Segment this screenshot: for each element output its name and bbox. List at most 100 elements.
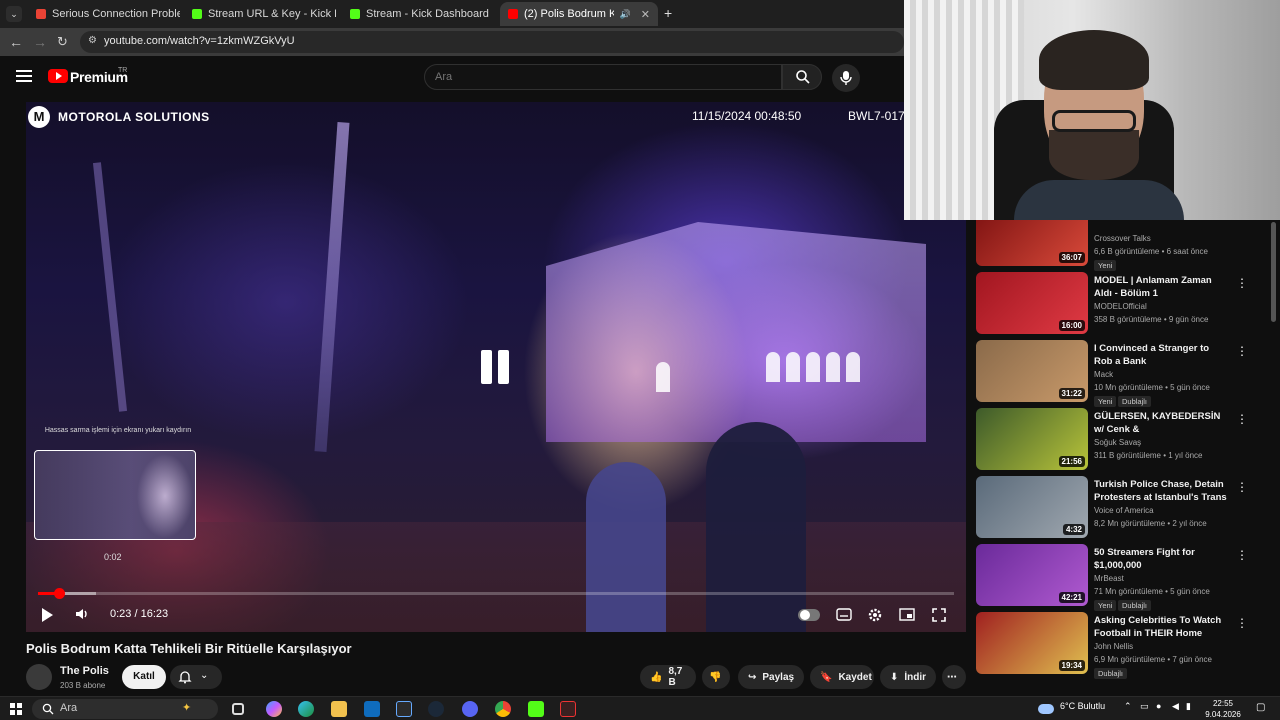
autoplay-toggle[interactable]	[798, 609, 820, 621]
browser-tab[interactable]: Stream URL & Key - Kick Dashb ✕	[184, 2, 336, 26]
discord-icon[interactable]	[462, 701, 478, 717]
save-button[interactable]: 🔖 Kaydet	[810, 665, 874, 689]
recommendation-channel[interactable]: Soğuk Savaş	[1094, 438, 1141, 447]
chrome-icon[interactable]	[495, 701, 511, 717]
channel-name[interactable]: The Polis	[60, 665, 109, 677]
windows-taskbar: Ara ✦ 6°C Bulutlu ⌃ ▭ ● ◀ ▮ 22:55 9.04.2…	[0, 696, 1280, 720]
hamburger-menu-icon[interactable]	[16, 70, 32, 82]
more-vertical-icon[interactable]: ⋮	[1236, 220, 1248, 222]
progress-bar[interactable]	[38, 588, 954, 599]
edge-icon[interactable]	[298, 701, 314, 717]
subtitles-icon[interactable]	[836, 608, 852, 622]
volume-icon[interactable]	[74, 606, 90, 622]
more-actions-button[interactable]: ⋯	[942, 665, 966, 689]
copilot-icon[interactable]	[266, 701, 282, 717]
taskbar-clock[interactable]: 22:55 9.04.2026	[1198, 698, 1248, 720]
task-view-icon[interactable]	[232, 703, 244, 715]
taskbar-search[interactable]: Ara ✦	[32, 699, 218, 719]
store-icon[interactable]	[396, 701, 412, 717]
recommendation-thumbnail[interactable]: 21:56	[976, 408, 1088, 470]
file-explorer-icon[interactable]	[331, 701, 347, 717]
search-input[interactable]	[435, 69, 765, 85]
forward-icon[interactable]: →	[33, 34, 47, 50]
recommendation-thumbnail[interactable]: 36:07	[976, 220, 1088, 266]
recommendation-thumbnail[interactable]: 4:32	[976, 476, 1088, 538]
like-button[interactable]: 👍 8,7 B	[640, 665, 696, 689]
recommendation-item[interactable]: 36:07AMERİKAN DERTLERCrossover Talks6,6 …	[976, 220, 1248, 271]
miniplayer-icon[interactable]	[899, 608, 915, 622]
battery-icon[interactable]: ▮	[1186, 701, 1191, 712]
recommendation-item[interactable]: 16:00 MODEL | Anlamam Zaman Aldı - Bölüm …	[976, 272, 1248, 336]
recommendation-item[interactable]: 4:32 Turkish Police Chase, Detain Protest…	[976, 476, 1248, 540]
recommendation-item[interactable]: 42:21 50 Streamers Fight for $1,000,000 Mr…	[976, 544, 1248, 611]
voice-search-button[interactable]	[832, 64, 860, 92]
settings-gear-icon[interactable]	[867, 607, 883, 623]
more-vertical-icon[interactable]: ⋮	[1236, 276, 1248, 290]
recommendation-item[interactable]: 31:22 I Convinced a Stranger to Rob a Ban…	[976, 340, 1248, 407]
recommendation-channel[interactable]: MrBeast	[1094, 574, 1124, 583]
volume-tray-icon[interactable]: ◀	[1172, 701, 1179, 712]
tray-chevron-icon[interactable]: ⌃	[1124, 701, 1132, 712]
download-button[interactable]: ⬇ İndir	[880, 665, 936, 689]
back-icon[interactable]: ←	[9, 34, 23, 50]
recommendation-title[interactable]: GÜLERSEN, KAYBEDERSİN w/ Cenk & Erdem@CE…	[1094, 410, 1228, 436]
more-vertical-icon[interactable]: ⋮	[1236, 344, 1248, 358]
browser-tab[interactable]: Serious Connection Problems - ✕	[28, 2, 180, 26]
recommendation-title[interactable]: Asking Celebrities To Watch Football in …	[1094, 614, 1228, 640]
fullscreen-icon[interactable]	[932, 608, 946, 622]
recommendation-title[interactable]: Turkish Police Chase, Detain Protesters …	[1094, 478, 1228, 504]
tab-list-button[interactable]: ⌄	[6, 6, 22, 22]
browser-tab-active[interactable]: (2) Polis Bodrum Katta Tehlik 🔊 ✕	[500, 2, 658, 26]
steam-icon[interactable]	[428, 701, 444, 717]
notification-bell-button[interactable]: ⌄	[170, 665, 222, 689]
recommendation-item[interactable]: 21:56 GÜLERSEN, KAYBEDERSİN w/ Cenk & Erd…	[976, 408, 1248, 472]
play-icon[interactable]	[42, 608, 53, 622]
outlook-icon[interactable]	[364, 701, 380, 717]
site-info-icon[interactable]: ⚙	[88, 35, 97, 46]
windows-start-icon[interactable]	[10, 703, 22, 715]
more-vertical-icon[interactable]: ⋮	[1236, 548, 1248, 562]
recommendation-channel[interactable]: John Nellis	[1094, 642, 1133, 651]
recommendation-channel[interactable]: Mack	[1094, 370, 1113, 379]
recommendation-thumbnail[interactable]: 42:21	[976, 544, 1088, 606]
close-tab-icon[interactable]: ✕	[641, 8, 650, 21]
recommendation-channel[interactable]: Crossover Talks	[1094, 234, 1151, 243]
recommendation-thumbnail[interactable]: 19:34	[976, 612, 1088, 674]
recommendation-title[interactable]: MODEL | Anlamam Zaman Aldı - Bölüm 1	[1094, 274, 1228, 300]
weather-text[interactable]: 6°C Bulutlu	[1060, 701, 1105, 711]
browser-tab[interactable]: Stream - Kick Dashboard ✕	[342, 2, 494, 26]
weather-cloud-icon[interactable]	[1038, 704, 1054, 714]
bodycam-watermark: M MOTOROLA SOLUTIONS	[28, 106, 210, 128]
video-player[interactable]: M MOTOROLA SOLUTIONS 11/15/2024 00:48:50…	[26, 102, 966, 632]
recommendation-title[interactable]: I Convinced a Stranger to Rob a Bank	[1094, 342, 1228, 368]
mic-tray-icon[interactable]: ●	[1156, 701, 1161, 711]
share-button[interactable]: ↪ Paylaş	[738, 665, 804, 689]
address-bar[interactable]: ⚙ youtube.com/watch?v=1zkmWZGkVyU	[80, 31, 904, 53]
duration-badge: 21:56	[1058, 456, 1085, 467]
channel-avatar[interactable]	[26, 664, 52, 690]
recommendation-thumbnail[interactable]: 16:00	[976, 272, 1088, 334]
pause-overlay-icon[interactable]	[481, 350, 511, 384]
speaker-icon[interactable]: 🔊	[620, 9, 631, 20]
join-button[interactable]: Katıl	[122, 665, 166, 689]
seek-preview-time: 0:02	[104, 552, 122, 562]
recommendation-item[interactable]: 19:34 Asking Celebrities To Watch Footbal…	[976, 612, 1248, 679]
dislike-button[interactable]: 👎	[702, 665, 730, 689]
recommendation-thumbnail[interactable]: 31:22	[976, 340, 1088, 402]
recommendation-channel[interactable]: Voice of America	[1094, 506, 1154, 515]
new-tab-button[interactable]: +	[664, 5, 672, 21]
recommendation-channel[interactable]: MODELOfficial	[1094, 302, 1147, 311]
youtube-logo-icon[interactable]	[48, 69, 68, 83]
search-button[interactable]	[782, 64, 822, 90]
more-vertical-icon[interactable]: ⋮	[1236, 616, 1248, 630]
recommendation-title[interactable]: 50 Streamers Fight for $1,000,000	[1094, 546, 1228, 572]
search-box[interactable]	[424, 64, 782, 90]
notifications-icon[interactable]: ▢	[1256, 702, 1265, 713]
kick-app-icon[interactable]	[528, 701, 544, 717]
sidebar-scrollbar-thumb[interactable]	[1271, 222, 1276, 322]
network-icon[interactable]: ▭	[1140, 701, 1149, 712]
obs-icon[interactable]	[560, 701, 576, 717]
more-vertical-icon[interactable]: ⋮	[1236, 412, 1248, 426]
more-vertical-icon[interactable]: ⋮	[1236, 480, 1248, 494]
reload-icon[interactable]: ↻	[57, 34, 68, 50]
